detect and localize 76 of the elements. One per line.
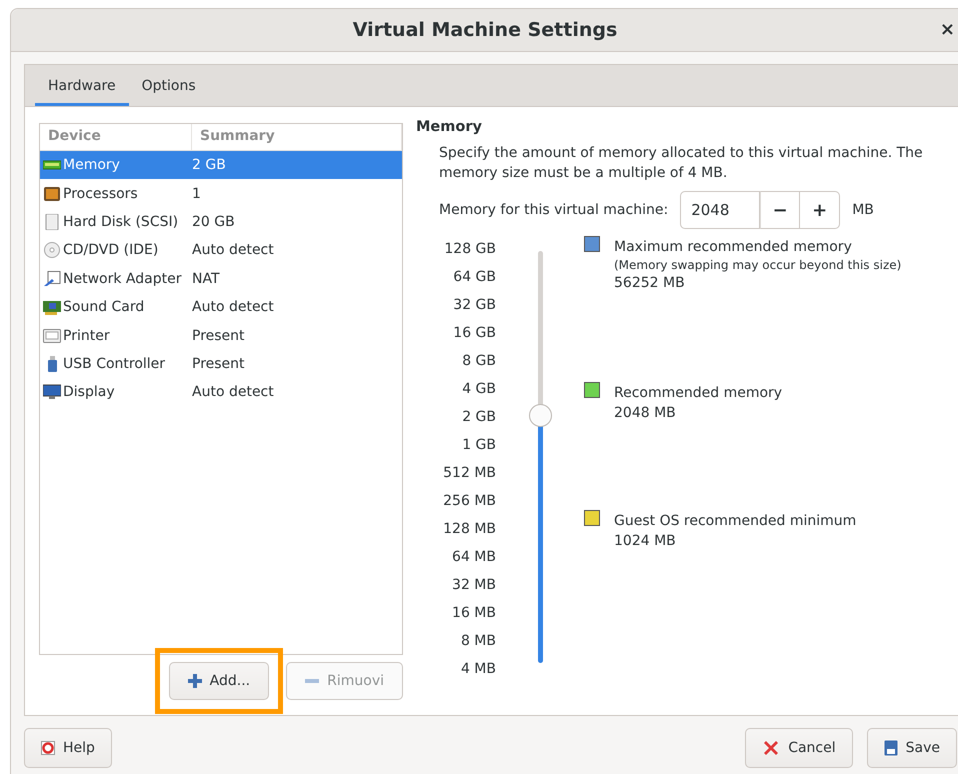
legend-title: Recommended memory [614, 384, 782, 403]
device-row[interactable]: USB Controller Present [40, 350, 402, 378]
device-name: Memory [63, 157, 120, 174]
scale-label: 8 MB [460, 633, 496, 649]
slider-thumb[interactable] [528, 404, 552, 427]
device-summary: 20 GB [192, 214, 235, 230]
disc-icon [43, 242, 61, 258]
field-label: Memory for this virtual machine: [439, 202, 668, 218]
device-name: Processors [63, 186, 138, 202]
device-name: Printer [63, 328, 110, 344]
scale-label: 128 MB [443, 521, 496, 537]
network-icon [43, 270, 61, 287]
device-summary: NAT [192, 270, 220, 287]
device-summary: Auto detect [192, 242, 274, 258]
device-name: CD/DVD (IDE) [63, 242, 158, 258]
device-summary: Present [192, 356, 245, 372]
device-row[interactable]: Display Auto detect [40, 378, 402, 407]
legend-value: 2048 MB [614, 404, 677, 423]
lifebuoy-icon [41, 741, 55, 755]
save-button[interactable]: Save [866, 728, 957, 768]
increment-button[interactable]: + [800, 191, 840, 229]
legend-value: 56252 MB [614, 274, 686, 293]
minus-icon [305, 679, 320, 683]
device-row[interactable]: Memory 2 GB [40, 151, 402, 180]
add-button[interactable]: Add... [168, 662, 270, 700]
scale-label: 1 GB [462, 437, 496, 453]
window-title: Virtual Machine Settings [352, 19, 618, 41]
chip-icon [43, 186, 61, 202]
scale-label: 32 GB [453, 297, 496, 313]
tab[interactable]: Options [128, 65, 209, 106]
cross-icon [762, 739, 780, 757]
device-row[interactable]: CD/DVD (IDE) Auto detect [40, 236, 402, 265]
scale-label: 64 GB [453, 269, 496, 285]
device-name: USB Controller [63, 356, 166, 372]
legend-note: (Memory swapping may occur beyond this size) [614, 257, 902, 273]
decrement-button[interactable]: − [760, 191, 800, 229]
device-name: Hard Disk (SCSI) [63, 214, 178, 230]
legend-title: Maximum recommended memory [614, 238, 853, 257]
scale-label: 32 MB [452, 577, 496, 593]
section-heading: Memory [416, 119, 483, 135]
printer-icon [43, 328, 61, 344]
device-row[interactable]: Hard Disk (SCSI) 20 GB [40, 208, 402, 236]
scale-label: 2 GB [462, 409, 496, 425]
plus-icon [188, 674, 202, 688]
scale-label: 64 MB [452, 549, 496, 565]
close-button[interactable]: × [938, 19, 957, 40]
device-row[interactable]: Sound Card Auto detect [40, 292, 402, 322]
device-row[interactable]: Network Adapter NAT [40, 264, 402, 293]
monitor-icon [43, 384, 61, 400]
tab[interactable]: Hardware [35, 65, 129, 106]
device-row[interactable]: Printer Present [40, 321, 402, 350]
device-summary: 1 [192, 186, 201, 202]
unit-label: MB [852, 202, 874, 218]
scale-label: 4 MB [460, 661, 496, 677]
memory-field[interactable]: 2048 [680, 191, 760, 229]
scale-label: 16 GB [453, 325, 496, 341]
device-name: Sound Card [63, 299, 144, 316]
cancel-button[interactable]: Cancel [745, 728, 853, 768]
device-name: Network Adapter [63, 270, 182, 287]
device-summary: 2 GB [192, 157, 226, 174]
scale-label: 8 GB [462, 353, 496, 369]
scale-label: 128 GB [444, 241, 496, 257]
device-summary: Present [192, 328, 245, 344]
sound-card-icon [43, 299, 61, 316]
scale-label: 256 MB [443, 493, 496, 509]
device-summary: Auto detect [192, 384, 274, 400]
legend-title: Guest OS recommended minimum [614, 512, 856, 531]
description: Specify the amount of memory allocated to this virtual machine. The memory size must be a multiple of 4 MB. [439, 144, 924, 183]
scale-label: 16 MB [452, 605, 496, 621]
scale-label: 512 MB [443, 465, 496, 481]
legend-value: 1024 MB [614, 532, 677, 551]
device-summary: Auto detect [192, 299, 274, 316]
help-button[interactable]: Help [24, 728, 112, 768]
device-row[interactable]: Processors 1 [40, 179, 402, 208]
scale-label: 4 GB [462, 381, 496, 397]
device-name: Display [63, 384, 115, 400]
